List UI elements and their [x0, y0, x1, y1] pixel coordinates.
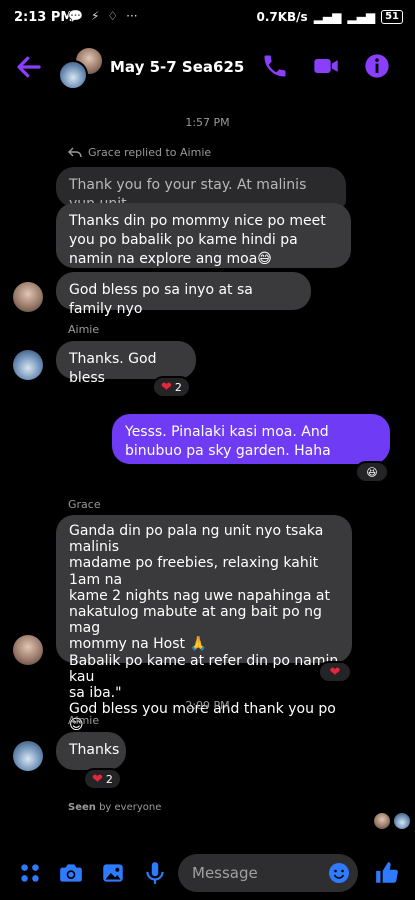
reaction-badge[interactable]: 😆	[355, 461, 389, 483]
heart-icon: ❤	[92, 771, 103, 787]
network-speed: 0.7KB/s	[256, 10, 308, 24]
reaction-badge[interactable]: ❤	[318, 661, 352, 683]
message-bubble[interactable]: God bless po sa inyo at sa family nyo	[56, 272, 311, 317]
conversation-title[interactable]: May 5-7 Sea625	[110, 58, 244, 76]
timestamp: 1:57 PM	[185, 116, 230, 129]
messenger-icon: ⚡	[90, 9, 100, 23]
reply-arrow-icon	[68, 147, 82, 157]
heart-icon: ❤	[329, 664, 341, 680]
read-receipt-avatar-grace	[374, 813, 390, 829]
emoji-icon[interactable]	[327, 861, 351, 885]
gallery-icon[interactable]	[100, 860, 126, 886]
quoted-message[interactable]: Thank you fo your stay. At malinis yun u…	[56, 167, 346, 212]
back-arrow-icon[interactable]	[14, 52, 44, 82]
seen-by-label: by everyone	[99, 802, 162, 813]
signal-icon: ▂▄▆	[313, 10, 342, 24]
message-bubble[interactable]: Ganda din po pala ng unit nyo tsaka mali…	[56, 515, 352, 733]
sender-avatar-aimie[interactable]	[13, 741, 43, 771]
avatar-aimie	[58, 60, 88, 90]
timestamp: 2:09 PM	[185, 699, 230, 712]
status-bar: 2:13 PM 💬 ⚡ ♢ ··· 0.7KB/s ▂▄▆ ▂▄▆ 51	[0, 0, 415, 36]
thumbs-up-icon[interactable]	[374, 860, 400, 886]
read-receipt-avatar-aimie	[394, 813, 410, 829]
sender-avatar-aimie[interactable]	[13, 350, 43, 380]
camera-icon[interactable]	[58, 860, 84, 886]
message-line: Ganda din po pala ng unit nyo tsaka mali…	[69, 523, 324, 556]
sender-name: Aimie	[68, 323, 100, 336]
signal-icon-2: ▂▄▆	[347, 10, 376, 24]
conversation-header: May 5-7 Sea625	[0, 36, 415, 98]
sender-avatar-grace[interactable]	[13, 282, 43, 312]
my-message-bubble[interactable]: Yesss. Pinalaki kasi moa. And binubuo pa…	[112, 414, 390, 464]
sender-avatar-grace[interactable]	[13, 635, 43, 665]
seen-status: Seen by everyone	[68, 802, 161, 813]
airbnb-icon: ♢	[107, 9, 119, 23]
message-bubble[interactable]: Thanks. God bless	[56, 341, 196, 386]
heart-icon: ❤	[161, 379, 172, 395]
microphone-icon[interactable]	[142, 860, 168, 886]
reaction-count: 2	[174, 380, 182, 394]
message-bubble[interactable]: Thanks	[56, 732, 126, 770]
composer-bar	[0, 850, 415, 900]
reaction-count: 2	[105, 772, 113, 786]
message-line: madame po freebies, relaxing kahit 1am n…	[69, 555, 319, 588]
notification-icons: 💬 ⚡ ♢ ···	[68, 9, 138, 23]
message-line: nakatulog mabute at ang bait po ng mag	[69, 604, 322, 637]
more-notifications-icon: ···	[126, 9, 138, 23]
reply-label: Grace replied to Aimie	[88, 146, 212, 159]
sender-name: Grace	[68, 498, 101, 511]
status-time: 2:13 PM	[14, 10, 74, 25]
group-avatar[interactable]	[58, 46, 104, 90]
chat-notification-icon: 💬	[68, 9, 83, 23]
message-line: mommy na Host 🙏	[69, 636, 207, 653]
laughing-emoji-icon: 😆	[366, 465, 378, 479]
reaction-badge[interactable]: ❤ 2	[83, 768, 122, 790]
reaction-badge[interactable]: ❤ 2	[152, 376, 191, 398]
message-line: kame 2 nights nag uwe napahinga at	[69, 587, 330, 604]
apps-menu-icon[interactable]	[17, 860, 43, 886]
reply-indicator: Grace replied to Aimie	[68, 146, 211, 159]
video-call-icon[interactable]	[312, 52, 340, 80]
phone-call-icon[interactable]	[261, 52, 289, 80]
info-icon[interactable]	[363, 52, 391, 80]
seen-label: Seen	[68, 802, 96, 813]
battery-icon: 51	[381, 10, 403, 24]
message-line: Babalik po kame at refer din po namin ka…	[69, 652, 339, 685]
sender-name: Aimie	[68, 714, 100, 727]
status-right: 0.7KB/s ▂▄▆ ▂▄▆ 51	[256, 10, 403, 24]
message-bubble[interactable]: Thanks din po mommy nice po meet you po …	[56, 203, 351, 268]
